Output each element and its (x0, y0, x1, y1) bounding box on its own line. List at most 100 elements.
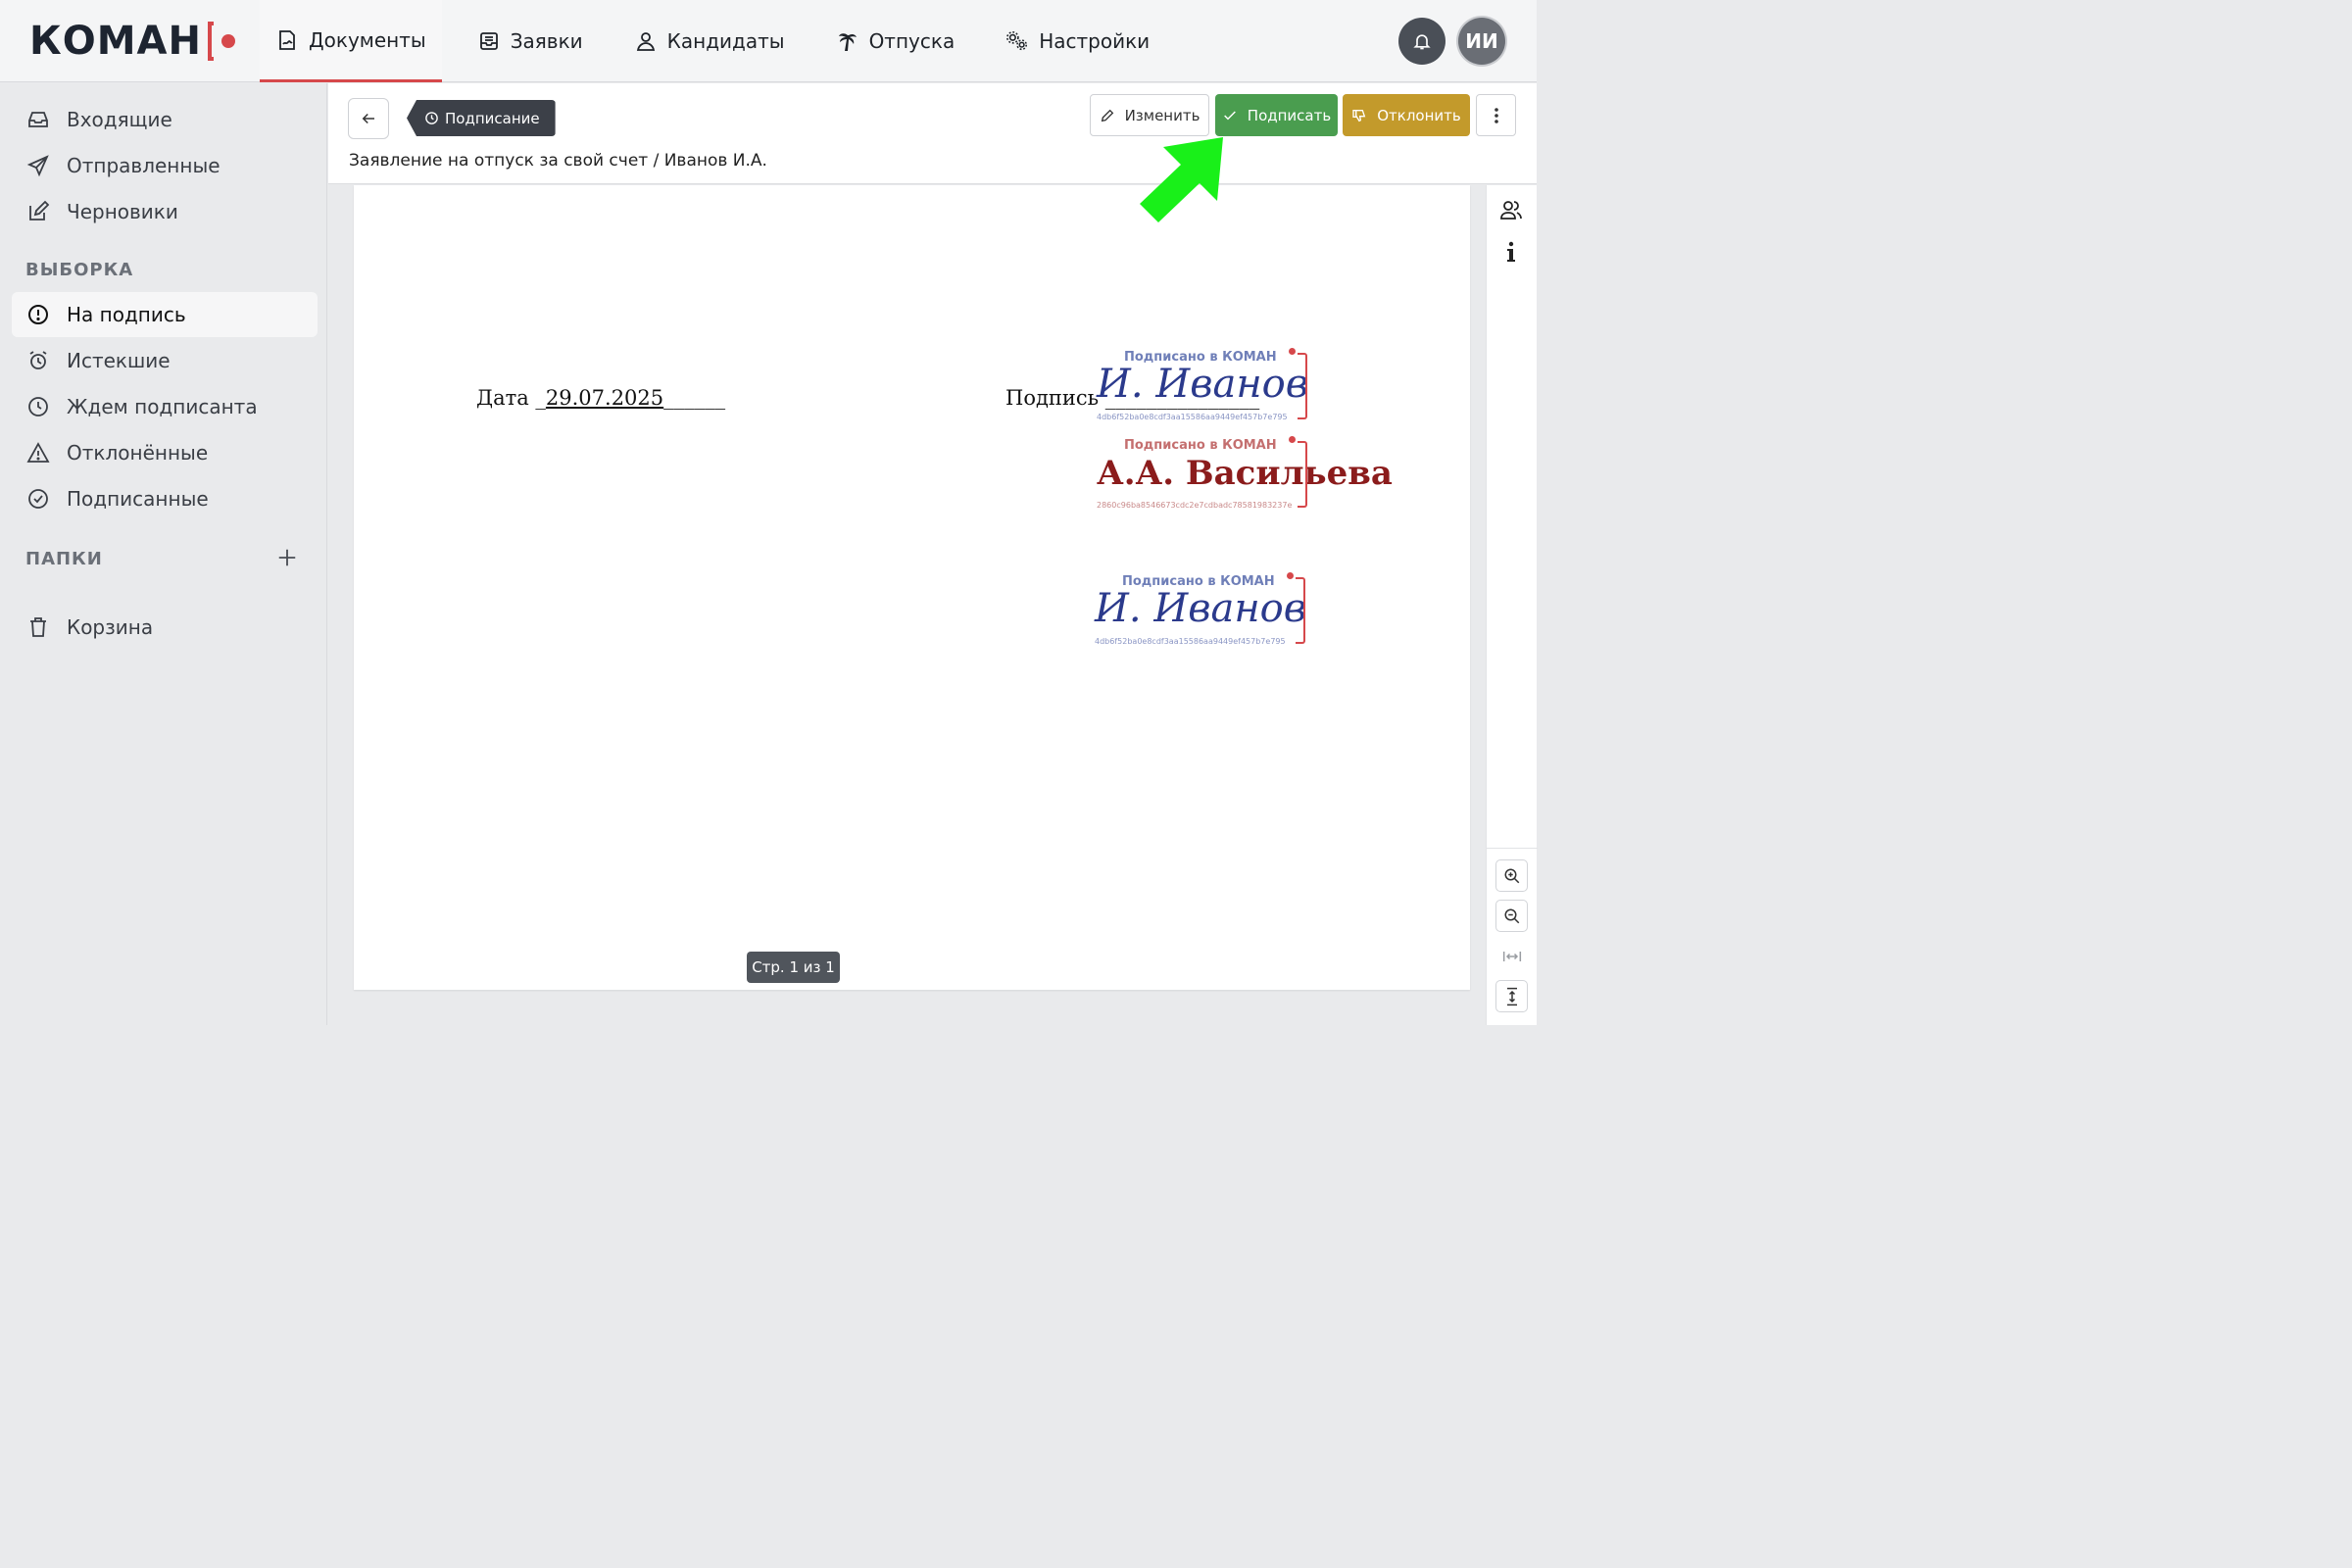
nav-label: Документы (309, 27, 426, 52)
notifications-button[interactable] (1398, 18, 1446, 65)
zoom-in-button[interactable] (1495, 859, 1528, 892)
document-viewer[interactable]: Дата _29.07.2025______ Подпись _________… (328, 185, 1485, 1025)
sidebar-item-drafts[interactable]: Черновики (12, 189, 318, 234)
fit-height-icon (1506, 987, 1517, 1005)
plus-icon (278, 549, 296, 566)
sign-label: Подписать (1247, 106, 1332, 124)
info-icon (1507, 241, 1515, 262)
back-button[interactable] (348, 98, 389, 139)
stamp-hash: 4db6f52ba0e8cdf3aa15586aa9449ef457b7e795 (1097, 413, 1288, 421)
sign-button[interactable]: Подписать (1215, 94, 1338, 136)
document-page: Дата _29.07.2025______ Подпись _________… (354, 185, 1470, 990)
edit-icon (25, 199, 51, 224)
check-icon (1222, 108, 1238, 123)
status-label: Подписание (445, 109, 540, 127)
date-label: Дата _ (476, 386, 546, 410)
signature-stamp: Подписано в КОМАН И. Иванов 4db6f52ba0e8… (1095, 572, 1307, 651)
reject-label: Отклонить (1377, 106, 1461, 124)
trash-icon (25, 614, 51, 640)
pencil-icon (1100, 108, 1115, 123)
document-title: Заявление на отпуск за свой счет / Ивано… (349, 151, 767, 171)
nav-label: Настройки (1039, 29, 1151, 53)
sidebar-item-awaiting-signer[interactable]: Ждем подписанта (12, 384, 318, 429)
top-bar: КОМАН Документы Заявки Кандидаты Отпуска… (0, 0, 1537, 82)
brand-logo[interactable]: КОМАН (29, 18, 235, 65)
participants-button[interactable] (1498, 197, 1524, 222)
inbox-tray-icon (477, 29, 501, 53)
candidate-icon (634, 29, 658, 53)
sidebar-item-to-sign[interactable]: На подпись (12, 292, 318, 337)
brand-dot-icon (220, 34, 235, 48)
vertical-dots-icon (1494, 107, 1498, 123)
nav-item-settings[interactable]: Настройки (990, 0, 1165, 82)
right-tool-rail (1486, 185, 1538, 1025)
nav-item-vacations[interactable]: Отпуска (820, 0, 971, 82)
check-circle-icon (25, 486, 51, 512)
palm-tree-icon (836, 29, 859, 53)
nav-label: Заявки (510, 29, 583, 53)
date-tail: ______ (663, 386, 726, 410)
section-title-folders: ПАПКИ (25, 549, 103, 569)
fit-height-button[interactable] (1495, 980, 1528, 1012)
document-signature-icon (275, 28, 299, 52)
info-button[interactable] (1498, 239, 1524, 265)
stamp-signature: И. Иванов (1095, 586, 1307, 631)
stamp-signature: И. Иванов (1097, 362, 1309, 407)
bell-icon (1413, 34, 1431, 50)
stamp-frame-icon (1298, 353, 1307, 419)
main-nav: Документы Заявки Кандидаты Отпуска Настр… (260, 0, 1165, 82)
more-actions-button[interactable] (1476, 94, 1516, 136)
sidebar-item-label: Черновики (67, 200, 178, 223)
exclamation-circle-icon (25, 302, 51, 327)
fit-width-icon (1502, 951, 1521, 961)
zoom-out-button[interactable] (1495, 900, 1528, 932)
sidebar-item-rejected[interactable]: Отклонённые (12, 430, 318, 475)
add-folder-button[interactable] (274, 545, 300, 570)
rail-divider (1487, 848, 1538, 849)
sidebar-item-label: Корзина (67, 615, 154, 639)
stamp-dot-icon (1289, 436, 1296, 443)
stamp-signature: А.А. Васильева (1097, 454, 1393, 493)
nav-item-requests[interactable]: Заявки (462, 0, 599, 82)
sidebar-item-inbox[interactable]: Входящие (12, 97, 318, 142)
sidebar-item-signed[interactable]: Подписанные (12, 476, 318, 521)
clock-icon (25, 394, 51, 419)
user-avatar[interactable]: ИИ (1458, 18, 1505, 65)
stamp-frame-icon (1296, 577, 1305, 644)
status-badge: Подписание (407, 100, 556, 136)
nav-label: Отпуска (868, 29, 956, 53)
signature-stamp: Подписано в КОМАН А.А. Васильева 2860c96… (1097, 436, 1393, 514)
gears-icon (1005, 29, 1029, 53)
stamp-frame-icon (1298, 441, 1307, 508)
highlight-arrow-icon (1140, 137, 1223, 222)
nav-item-documents[interactable]: Документы (260, 0, 442, 82)
sidebar-item-label: На подпись (67, 303, 186, 326)
nav-item-candidates[interactable]: Кандидаты (618, 0, 801, 82)
sidebar-item-trash[interactable]: Корзина (12, 605, 318, 650)
sidebar-item-expired[interactable]: Истекшие (12, 338, 318, 383)
brand-name: КОМАН (29, 19, 202, 64)
edit-button[interactable]: Изменить (1090, 94, 1209, 136)
users-icon (1500, 201, 1522, 220)
stamp-dot-icon (1287, 572, 1294, 579)
brand-bracket-icon (207, 22, 214, 61)
warning-triangle-icon (25, 440, 51, 466)
paper-plane-icon (25, 153, 51, 178)
fit-width-button[interactable] (1495, 940, 1528, 972)
stamp-hash: 2860c96ba8546673cdc2e7cdbadc78581983237e (1097, 501, 1293, 510)
signature-stamp: Подписано в КОМАН И. Иванов 4db6f52ba0e8… (1097, 348, 1309, 426)
sidebar-item-label: Входящие (67, 108, 172, 131)
stamp-caption: Подписано в КОМАН (1124, 438, 1277, 453)
thumbs-down-icon (1351, 108, 1367, 123)
reject-button[interactable]: Отклонить (1343, 94, 1470, 136)
section-title-filter: ВЫБОРКА (25, 260, 134, 280)
page-indicator: Стр. 1 из 1 (747, 952, 840, 983)
alarm-clock-icon (25, 348, 51, 373)
sidebar-item-label: Отправленные (67, 154, 220, 177)
sidebar-item-label: Подписанные (67, 487, 209, 511)
sidebar-item-sent[interactable]: Отправленные (12, 143, 318, 188)
arrow-left-icon (362, 113, 374, 124)
date-line: Дата _29.07.2025______ (476, 386, 725, 410)
sidebar-item-label: Отклонённые (67, 441, 209, 465)
nav-label: Кандидаты (666, 29, 785, 53)
